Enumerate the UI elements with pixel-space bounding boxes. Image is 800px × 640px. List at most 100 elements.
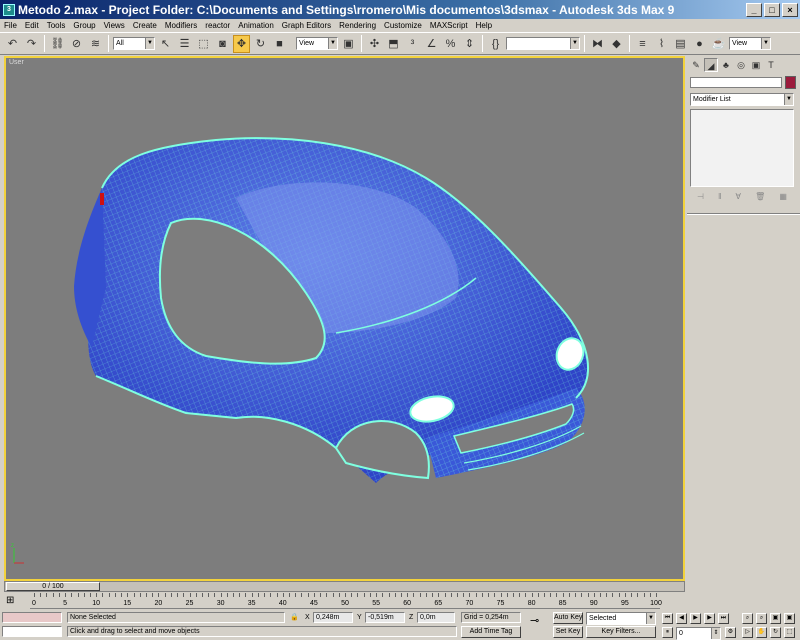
select-move-icon[interactable]: ✥	[233, 34, 250, 53]
reference-coord-dropdown[interactable]: View ▼	[296, 37, 338, 50]
menu-file[interactable]: File	[0, 21, 21, 30]
viewport-label[interactable]: User	[9, 59, 24, 66]
modifier-stack[interactable]	[690, 109, 794, 187]
modify-tab-icon[interactable]: ◢	[704, 58, 718, 72]
pivot-icon[interactable]: ▣	[340, 35, 357, 53]
menu-rendering[interactable]: Rendering	[335, 21, 380, 30]
set-key-button[interactable]: Set Key	[553, 626, 583, 638]
snaps-icon[interactable]: ³	[404, 35, 421, 53]
maximize-button[interactable]: □	[764, 2, 780, 17]
mirror-icon[interactable]: ⧓	[589, 35, 606, 53]
menu-tools[interactable]: Tools	[43, 21, 70, 30]
menu-animation[interactable]: Animation	[234, 21, 278, 30]
window-crossing-icon[interactable]: ◙	[214, 35, 231, 53]
add-time-tag-button[interactable]: Add Time Tag	[461, 626, 521, 638]
menu-create[interactable]: Create	[129, 21, 161, 30]
keyboard-shortcut-icon[interactable]: ⬒	[385, 35, 402, 53]
previous-frame-icon[interactable]: ◀	[676, 613, 687, 624]
app-icon[interactable]: 3	[3, 3, 15, 16]
x-coordinate-field[interactable]: 0,248m	[313, 612, 353, 623]
select-object-icon[interactable]: ↖	[157, 35, 174, 53]
angle-snap-icon[interactable]: ∠	[423, 35, 440, 53]
frame-tick-mark	[456, 593, 458, 597]
maxscript-input-mini[interactable]	[2, 626, 62, 637]
manipulate-icon[interactable]: ✣	[366, 35, 383, 53]
unlink-icon[interactable]: ⊘	[68, 35, 85, 53]
render-type-dropdown[interactable]: View ▼	[729, 37, 771, 50]
undo-icon[interactable]: ↶	[4, 35, 21, 53]
menu-customize[interactable]: Customize	[380, 21, 426, 30]
go-to-end-icon[interactable]: ⏭	[718, 613, 729, 624]
select-link-icon[interactable]: ⛓	[49, 35, 66, 53]
play-icon[interactable]: ▶	[690, 613, 701, 624]
bind-spacewarp-icon[interactable]: ≋	[87, 35, 104, 53]
maxscript-listener-mini[interactable]	[2, 612, 62, 623]
key-filters-button[interactable]: Key Filters...	[586, 626, 656, 638]
next-frame-icon[interactable]: ▶	[704, 613, 715, 624]
select-rotate-icon[interactable]: ↻	[252, 35, 269, 53]
menu-modifiers[interactable]: Modifiers	[161, 21, 201, 30]
select-by-name-icon[interactable]: ☰	[176, 35, 193, 53]
layer-manager-icon[interactable]: ≡	[634, 35, 651, 53]
zoom-extents-icon[interactable]: ▣	[770, 613, 781, 624]
arc-rotate-icon[interactable]: ↻	[770, 627, 781, 638]
spinner-snap-icon[interactable]: ⇕	[461, 35, 478, 53]
rect-selection-icon[interactable]: ⬚	[195, 35, 212, 53]
render-scene-icon[interactable]: ☕	[710, 35, 727, 53]
utilities-tab-icon[interactable]: T	[764, 58, 778, 72]
hierarchy-tab-icon[interactable]: ♣	[719, 58, 733, 72]
z-coordinate-field[interactable]: 0,0m	[417, 612, 455, 623]
close-button[interactable]: ×	[782, 2, 798, 17]
frame-ruler[interactable]: 0 5 10 15 20 25 30 35 40 45 50 55 60 65 70 75 80 85 90 95 10…	[30, 593, 662, 609]
field-of-view-icon[interactable]: ▷	[742, 627, 753, 638]
menu-edit[interactable]: Edit	[21, 21, 43, 30]
time-slider[interactable]: 0 / 100	[4, 581, 685, 592]
zoom-extents-all-icon[interactable]: ▣	[784, 613, 795, 624]
schematic-view-icon[interactable]: ▤	[672, 35, 689, 53]
menu-views[interactable]: Views	[100, 21, 129, 30]
select-scale-icon[interactable]: ■	[271, 35, 288, 53]
go-to-start-icon[interactable]: ⏮	[662, 613, 673, 624]
show-end-result-icon[interactable]: ‖	[718, 192, 721, 204]
material-editor-icon[interactable]: ●	[691, 35, 708, 53]
motion-tab-icon[interactable]: ◎	[734, 58, 748, 72]
time-config-icon[interactable]: ⚙	[725, 627, 736, 638]
current-frame-field[interactable]: 0 ⇕	[676, 627, 721, 640]
make-unique-icon[interactable]: ∀	[736, 192, 741, 204]
configure-sets-icon[interactable]: ▦	[779, 192, 787, 204]
menu-help[interactable]: Help	[472, 21, 496, 30]
time-slider-thumb[interactable]: 0 / 100	[6, 582, 100, 591]
minimize-button[interactable]: _	[746, 2, 762, 17]
menu-maxscript[interactable]: MAXScript	[426, 21, 472, 30]
display-tab-icon[interactable]: ▣	[749, 58, 763, 72]
zoom-all-icon[interactable]: ⌕	[756, 613, 767, 624]
key-mode-dropdown[interactable]: Selected ▼	[586, 612, 656, 625]
set-key-icon[interactable]: ⊸	[530, 616, 539, 627]
maximize-viewport-icon[interactable]: ⬚	[784, 627, 795, 638]
lock-selection-icon[interactable]: 🔒	[290, 612, 299, 623]
create-tab-icon[interactable]: ✎	[689, 58, 703, 72]
align-icon[interactable]: ◆	[608, 35, 625, 53]
user-viewport[interactable]: z User	[4, 56, 685, 581]
track-bar[interactable]: ⊞ 0 5 10 15 20 25 30 35 40 45 50 55 60 65 70 75 80 85 90 95…	[0, 593, 685, 609]
y-coordinate-field[interactable]: -0,519m	[365, 612, 405, 623]
selection-filter-dropdown[interactable]: All ▼	[113, 37, 155, 50]
auto-key-button[interactable]: Auto Key	[553, 612, 583, 624]
percent-snap-icon[interactable]: %	[442, 35, 459, 53]
pin-stack-icon[interactable]: ⊣	[697, 192, 704, 204]
curve-editor-icon[interactable]: ⌇	[653, 35, 670, 53]
modifier-list-dropdown[interactable]: Modifier List ▼	[690, 93, 794, 106]
zoom-icon[interactable]: ⌕	[742, 613, 753, 624]
menu-graph-editors[interactable]: Graph Editors	[278, 21, 335, 30]
key-mode-toggle-icon[interactable]: ⏸	[662, 627, 673, 638]
pan-icon[interactable]: ✋	[756, 627, 767, 638]
menu-group[interactable]: Group	[69, 21, 99, 30]
redo-icon[interactable]: ↷	[23, 35, 40, 53]
edit-named-sel-icon[interactable]: {}	[487, 35, 504, 53]
object-name-field[interactable]	[690, 77, 782, 88]
mini-curve-editor-icon[interactable]: ⊞	[6, 595, 14, 606]
named-selection-dropdown[interactable]: ▼	[506, 37, 580, 50]
remove-modifier-icon[interactable]: 🗑	[755, 192, 765, 204]
menu-reactor[interactable]: reactor	[201, 21, 234, 30]
object-color-swatch[interactable]	[785, 76, 796, 89]
